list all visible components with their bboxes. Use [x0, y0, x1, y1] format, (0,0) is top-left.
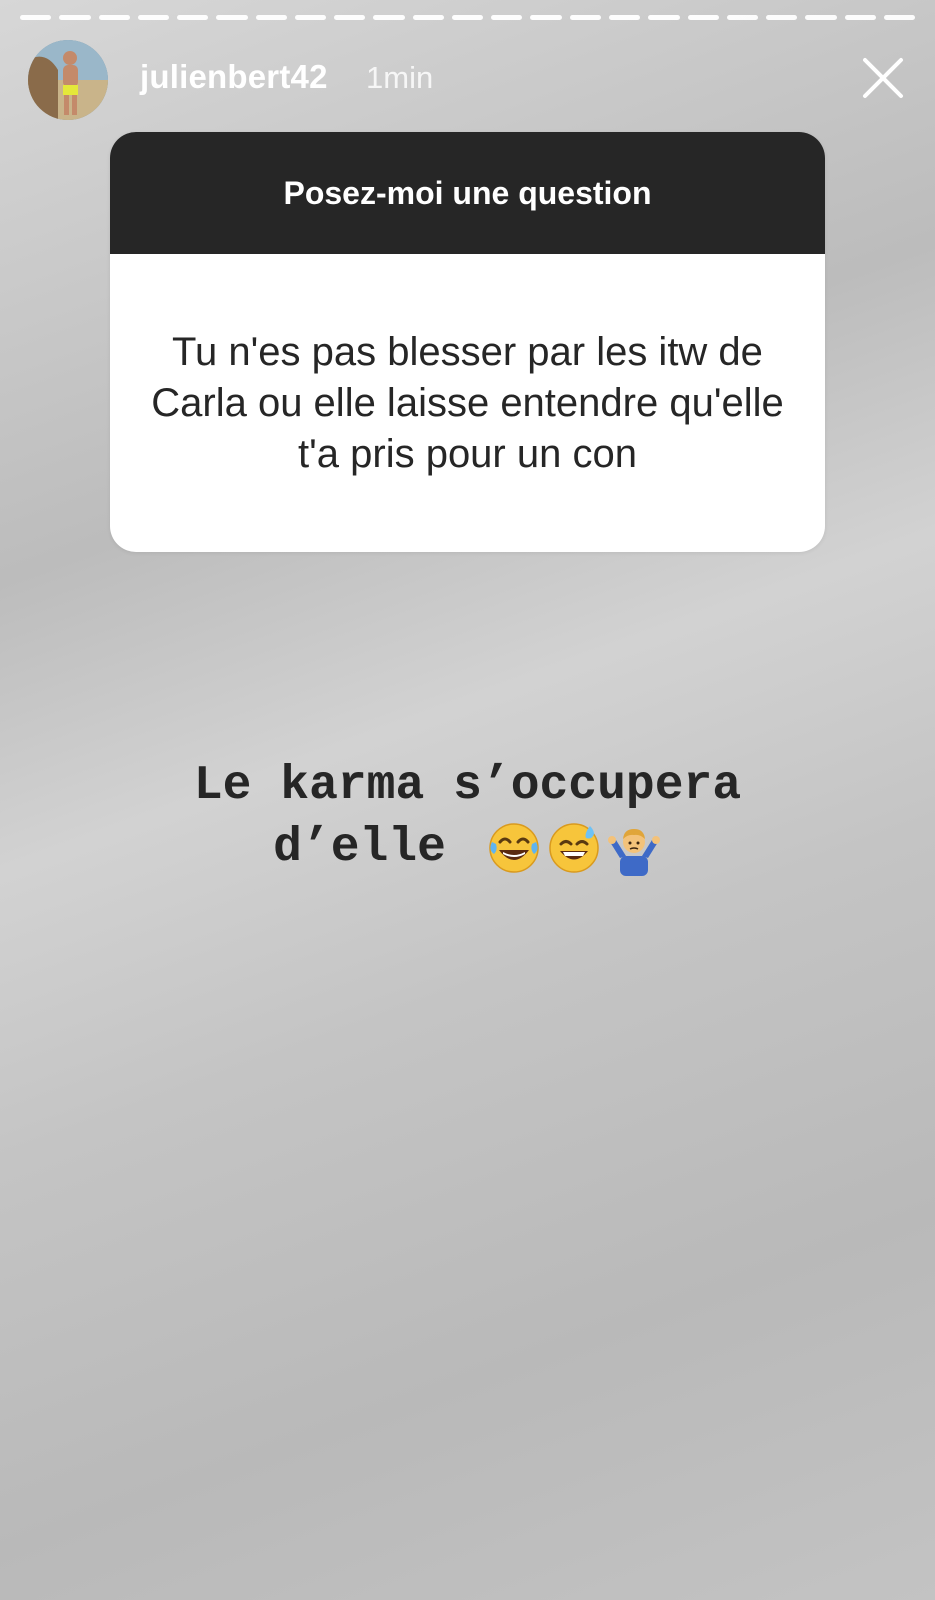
emoji-group	[482, 820, 662, 876]
answer-text: Le karma s’occupera d’elle	[60, 755, 875, 879]
progress-segment	[177, 15, 209, 20]
progress-segment	[648, 15, 680, 20]
question-sticker[interactable]: Posez-moi une question Tu n'es pas bless…	[110, 132, 825, 552]
progress-segment	[491, 15, 523, 20]
close-icon	[863, 58, 903, 98]
progress-segment	[294, 15, 327, 20]
progress-segment	[20, 15, 52, 20]
progress-segment	[255, 15, 287, 20]
progress-segment	[569, 15, 601, 20]
username[interactable]: julienbert42	[140, 58, 328, 96]
progress-segment	[59, 15, 91, 20]
progress-segment	[766, 15, 798, 20]
progress-segment	[530, 15, 562, 20]
progress-segment	[334, 15, 366, 20]
face-with-tears-of-joy-icon	[486, 820, 542, 876]
progress-segment	[883, 15, 916, 20]
question-sticker-title: Posez-moi une question	[283, 174, 652, 211]
progress-segment	[98, 15, 130, 20]
progress-segment	[373, 15, 405, 20]
progress-segment	[608, 15, 641, 20]
story-header: julienbert42 1min	[28, 40, 907, 122]
story-progress-bar	[20, 15, 916, 20]
progress-segment	[216, 15, 248, 20]
question-sticker-body: Tu n'es pas blesser par les itw de Carla…	[110, 254, 825, 552]
avatar[interactable]	[28, 40, 108, 120]
answer-line-1: Le karma s’occupera	[193, 759, 742, 813]
avatar-image	[28, 40, 108, 120]
grinning-face-with-sweat-icon	[546, 820, 602, 876]
progress-segment	[137, 15, 170, 20]
progress-segment	[412, 15, 444, 20]
question-text: Tu n'es pas blesser par les itw de Carla…	[151, 329, 784, 476]
answer-line-2: d’elle	[273, 821, 446, 875]
progress-segment	[726, 15, 759, 20]
progress-segment	[451, 15, 484, 20]
close-button[interactable]	[859, 54, 907, 102]
progress-segment	[805, 15, 837, 20]
progress-segment	[687, 15, 719, 20]
progress-segment	[844, 15, 876, 20]
timestamp: 1min	[366, 60, 434, 95]
man-shrugging-icon	[606, 820, 662, 876]
question-sticker-header: Posez-moi une question	[110, 132, 825, 254]
